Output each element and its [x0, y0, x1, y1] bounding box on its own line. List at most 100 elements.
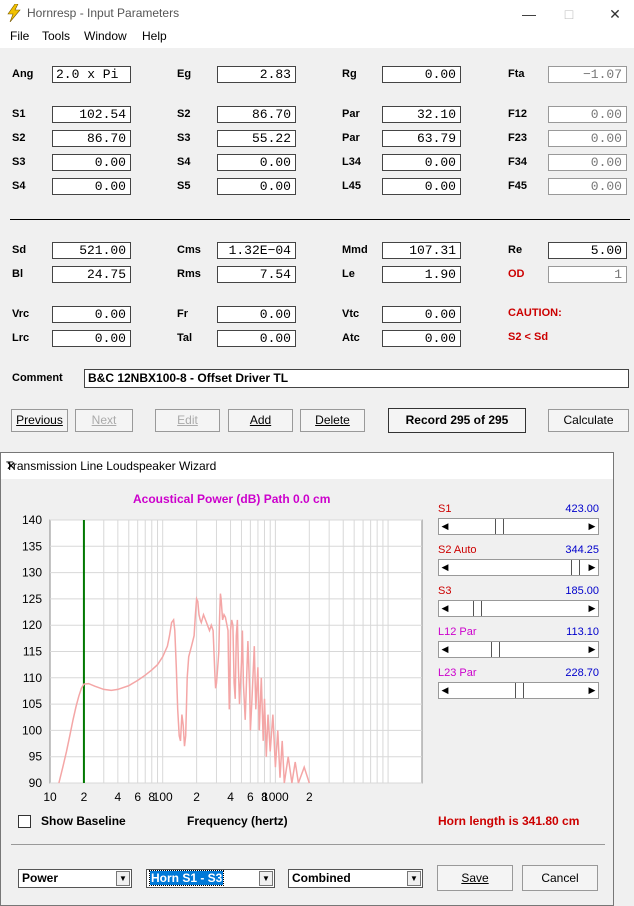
- slider-value: 344.25: [565, 544, 599, 556]
- x-tick-label: 4: [227, 790, 234, 804]
- param-field-s4[interactable]: 0.00: [52, 178, 131, 195]
- menu-help[interactable]: Help: [142, 29, 167, 43]
- arrow-right-icon[interactable]: ▶: [586, 601, 598, 616]
- chevron-down-icon[interactable]: ▼: [407, 871, 421, 886]
- param-field-tal[interactable]: 0.00: [217, 330, 296, 347]
- show-baseline-checkbox[interactable]: [18, 815, 31, 828]
- slider-thumb[interactable]: [515, 683, 524, 698]
- param-field-rg[interactable]: 0.00: [382, 66, 461, 83]
- param-field-par[interactable]: 63.79: [382, 130, 461, 147]
- param-field-od[interactable]: 1: [548, 266, 627, 283]
- param-field-fr[interactable]: 0.00: [217, 306, 296, 323]
- delete-button[interactable]: Delete: [300, 409, 365, 432]
- param-field-l45[interactable]: 0.00: [382, 178, 461, 195]
- maximize-icon[interactable]: □: [555, 4, 583, 24]
- arrow-left-icon[interactable]: ◀: [439, 642, 451, 657]
- slider-value: 228.70: [565, 667, 599, 679]
- param-label-cms: Cms: [177, 244, 201, 256]
- param-field-s5[interactable]: 0.00: [217, 178, 296, 195]
- param-label-vrc: Vrc: [12, 308, 30, 320]
- slider-thumb[interactable]: [491, 642, 500, 657]
- x-tick-label: 2: [81, 790, 88, 804]
- param-field-mmd[interactable]: 107.31: [382, 242, 461, 259]
- wizard-dialog: Transmission Line Loudspeaker Wizard ✕ A…: [0, 452, 614, 906]
- param-field-fta[interactable]: −1.07: [548, 66, 627, 83]
- arrow-right-icon[interactable]: ▶: [586, 683, 598, 698]
- chevron-down-icon[interactable]: ▼: [116, 871, 130, 886]
- arrow-right-icon[interactable]: ▶: [586, 560, 598, 575]
- arrow-left-icon[interactable]: ◀: [439, 519, 451, 534]
- param-field-f12[interactable]: 0.00: [548, 106, 627, 123]
- param-field-s2[interactable]: 86.70: [217, 106, 296, 123]
- param-label-f45: F45: [508, 180, 527, 192]
- arrow-left-icon[interactable]: ◀: [439, 601, 451, 616]
- slider-thumb[interactable]: [495, 519, 504, 534]
- param-field-le[interactable]: 1.90: [382, 266, 461, 283]
- param-field-s3[interactable]: 0.00: [52, 154, 131, 171]
- previous-button[interactable]: Previous: [11, 409, 68, 432]
- param-field-lrc[interactable]: 0.00: [52, 330, 131, 347]
- slider-l23[interactable]: ◀ ▶: [438, 682, 599, 699]
- param-field-f34[interactable]: 0.00: [548, 154, 627, 171]
- param-field-bl[interactable]: 24.75: [52, 266, 131, 283]
- add-button[interactable]: Add: [228, 409, 293, 432]
- menu-window[interactable]: Window: [84, 29, 127, 43]
- param-label-f12: F12: [508, 108, 527, 120]
- chevron-down-icon[interactable]: ▼: [259, 871, 273, 886]
- calculate-button[interactable]: Calculate: [548, 409, 629, 432]
- param-field-ang[interactable]: 2.0 x Pi: [52, 66, 131, 83]
- slider-s3[interactable]: ◀ ▶: [438, 600, 599, 617]
- arrow-left-icon[interactable]: ◀: [439, 560, 451, 575]
- menu-tools[interactable]: Tools: [42, 29, 70, 43]
- cancel-button[interactable]: Cancel: [522, 865, 598, 891]
- slider-s2[interactable]: ◀ ▶: [438, 559, 599, 576]
- slider-thumb[interactable]: [473, 601, 482, 616]
- param-field-vtc[interactable]: 0.00: [382, 306, 461, 323]
- param-field-s4[interactable]: 0.00: [217, 154, 296, 171]
- param-field-atc[interactable]: 0.00: [382, 330, 461, 347]
- param-field-sd[interactable]: 521.00: [52, 242, 131, 259]
- param-label-s4: S4: [12, 180, 26, 192]
- param-field-eg[interactable]: 2.83: [217, 66, 296, 83]
- param-field-s2[interactable]: 86.70: [52, 130, 131, 147]
- param-field-par[interactable]: 32.10: [382, 106, 461, 123]
- save-button[interactable]: Save: [437, 865, 513, 891]
- output-type-select[interactable]: Power ▼: [18, 869, 132, 888]
- combined-select[interactable]: Combined ▼: [288, 869, 423, 888]
- param-field-vrc[interactable]: 0.00: [52, 306, 131, 323]
- param-label-f34: F34: [508, 156, 527, 168]
- param-field-f45[interactable]: 0.00: [548, 178, 627, 195]
- delete-label: Delete: [315, 413, 350, 427]
- close-icon[interactable]: ✕: [6, 459, 605, 473]
- close-icon[interactable]: ✕: [601, 4, 629, 24]
- slider-s1[interactable]: ◀ ▶: [438, 518, 599, 535]
- x-tick-label: 10: [43, 790, 57, 804]
- param-label-l34: L34: [342, 156, 361, 168]
- divider: [11, 844, 605, 845]
- next-button[interactable]: Next: [75, 409, 133, 432]
- x-tick-label: 1000: [262, 790, 289, 804]
- param-label-s4: S4: [177, 156, 191, 168]
- horn-section-value: Horn S1 - S3: [148, 870, 225, 886]
- param-field-rms[interactable]: 7.54: [217, 266, 296, 283]
- arrow-right-icon[interactable]: ▶: [586, 519, 598, 534]
- arrow-right-icon[interactable]: ▶: [586, 642, 598, 657]
- param-field-s3[interactable]: 55.22: [217, 130, 296, 147]
- param-field-f23[interactable]: 0.00: [548, 130, 627, 147]
- param-field-s1[interactable]: 102.54: [52, 106, 131, 123]
- arrow-left-icon[interactable]: ◀: [439, 683, 451, 698]
- param-field-l34[interactable]: 0.00: [382, 154, 461, 171]
- edit-button[interactable]: Edit: [155, 409, 220, 432]
- minimize-icon[interactable]: —: [515, 4, 543, 24]
- param-field-cms[interactable]: 1.32E−04: [217, 242, 296, 259]
- comment-field[interactable]: B&C 12NBX100-8 - Offset Driver TL: [84, 369, 629, 388]
- horn-section-select[interactable]: Horn S1 - S3 ▼: [146, 869, 275, 888]
- slider-thumb[interactable]: [571, 560, 580, 575]
- param-label-f23: F23: [508, 132, 527, 144]
- param-label-lrc: Lrc: [12, 332, 30, 344]
- param-label-atc: Atc: [342, 332, 360, 344]
- comment-label: Comment: [12, 372, 63, 384]
- slider-l12[interactable]: ◀ ▶: [438, 641, 599, 658]
- param-field-re[interactable]: 5.00: [548, 242, 627, 259]
- menu-file[interactable]: File: [10, 29, 29, 43]
